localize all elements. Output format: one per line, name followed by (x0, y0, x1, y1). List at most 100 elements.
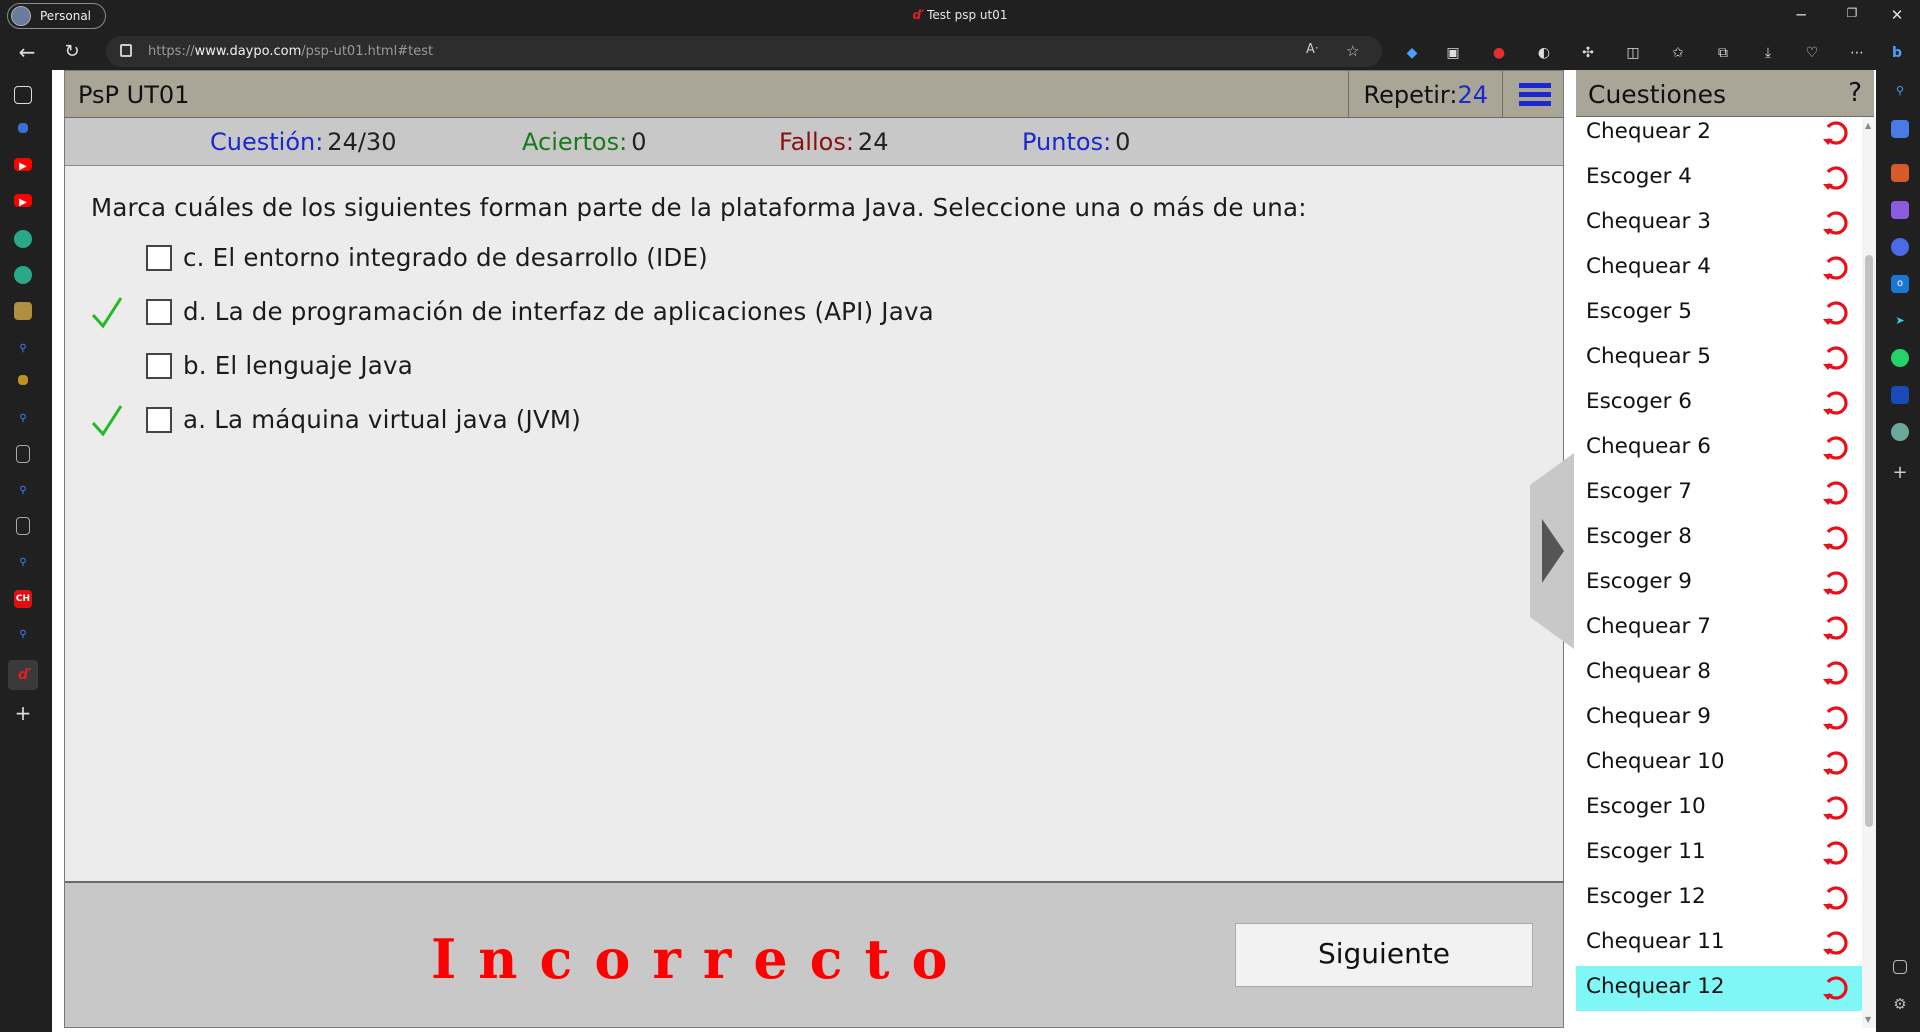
option-checkbox[interactable] (146, 353, 172, 379)
option-b[interactable]: b. El lenguaje Java (65, 349, 1165, 385)
question-list-item[interactable]: Chequear 4 (1576, 246, 1862, 291)
favorite-star-icon[interactable]: ☆ (1346, 42, 1359, 60)
collections-icon[interactable]: ⧉ (1714, 44, 1732, 62)
daypo-icon[interactable]: ď (8, 660, 38, 690)
new-tab-icon[interactable]: + (14, 703, 32, 723)
question-list-item[interactable]: Escoger 4 (1576, 156, 1862, 201)
send-icon[interactable]: ➤ (1891, 312, 1909, 330)
option-checkbox[interactable] (146, 245, 172, 271)
redo-icon[interactable] (1821, 837, 1851, 867)
scroll-down-icon[interactable]: ▼ (1865, 1015, 1871, 1024)
question-list-item[interactable]: Escoger 12 (1576, 876, 1862, 921)
question-list-item[interactable]: Chequear 12 (1576, 966, 1862, 1011)
close-icon[interactable]: ✕ (1882, 6, 1912, 24)
next-button[interactable]: Siguiente (1235, 923, 1533, 987)
question-list-item[interactable]: Chequear 10 (1576, 741, 1862, 786)
minimize-icon[interactable]: ─ (1786, 6, 1816, 24)
redo-icon[interactable] (1821, 657, 1851, 687)
sidebar-toggle-icon[interactable] (1893, 960, 1907, 974)
read-aloud-icon[interactable]: Aᐧ (1306, 42, 1318, 57)
settings-gear-icon[interactable]: ⚙ (1891, 995, 1909, 1013)
redo-icon[interactable] (1821, 702, 1851, 732)
panel-toggle-arrow-icon[interactable] (1530, 453, 1574, 649)
option-a[interactable]: a. La máquina virtual java (JVM) (65, 403, 1165, 439)
option-checkbox[interactable] (146, 299, 172, 325)
redo-icon[interactable] (1821, 432, 1851, 462)
search-icon[interactable]: ⚲ (14, 482, 32, 500)
question-list-item[interactable]: Chequear 5 (1576, 336, 1862, 381)
redo-icon[interactable] (1821, 972, 1851, 1002)
openai-icon[interactable] (1891, 423, 1909, 441)
document-icon[interactable] (16, 445, 30, 463)
scroll-up-icon[interactable]: ▲ (1865, 121, 1871, 130)
document-icon[interactable] (16, 517, 30, 535)
sidebar-scrollbar[interactable]: ▲ ▼ (1862, 117, 1876, 1028)
edge-icon[interactable] (14, 230, 32, 248)
question-list-item[interactable]: Chequear 11 (1576, 921, 1862, 966)
search-icon[interactable]: ⚲ (14, 554, 32, 572)
tab-icon[interactable] (18, 375, 28, 385)
restore-icon[interactable]: ❐ (1837, 6, 1867, 20)
favorites-icon[interactable]: ✩ (1669, 44, 1687, 62)
briefcase-icon[interactable] (1891, 164, 1909, 182)
scrollbar-thumb[interactable] (1865, 255, 1873, 827)
question-list-item[interactable]: Escoger 11 (1576, 831, 1862, 876)
extensions-puzzle-icon[interactable]: ✣ (1579, 44, 1597, 62)
screenshot-icon[interactable]: ▣ (1444, 44, 1462, 62)
split-screen-icon[interactable]: ◫ (1624, 44, 1642, 62)
add-icon[interactable]: + (1891, 464, 1909, 482)
question-list-item[interactable]: Chequear 6 (1576, 426, 1862, 471)
ublock-icon[interactable]: ● (1490, 44, 1508, 62)
redo-icon[interactable] (1821, 792, 1851, 822)
more-menu-icon[interactable]: ⋯ (1848, 44, 1866, 62)
address-bar[interactable]: https://www.daypo.com/psp-ut01.html#test… (106, 36, 1382, 67)
downloads-icon[interactable]: ⤓ (1759, 44, 1777, 62)
tab-icon[interactable] (14, 302, 32, 320)
search-icon[interactable]: ⚲ (14, 626, 32, 644)
question-list-item[interactable]: Escoger 7 (1576, 471, 1862, 516)
search-icon[interactable]: ⚲ (14, 410, 32, 428)
redo-icon[interactable] (1821, 252, 1851, 282)
redo-icon[interactable] (1821, 297, 1851, 327)
option-d[interactable]: d. La de programación de interfaz de apl… (65, 295, 1165, 331)
help-icon[interactable]: ? (1848, 78, 1862, 108)
question-list-item[interactable]: Escoger 9 (1576, 561, 1862, 606)
redo-icon[interactable] (1821, 882, 1851, 912)
extension-gem-icon[interactable]: ◆ (1403, 44, 1421, 62)
url-text[interactable]: https://www.daypo.com/psp-ut01.html#test (148, 44, 433, 59)
question-list-item[interactable]: Escoger 8 (1576, 516, 1862, 561)
redo-icon[interactable] (1821, 387, 1851, 417)
redo-icon[interactable] (1821, 207, 1851, 237)
redo-icon[interactable] (1821, 567, 1851, 597)
tab-actions-icon[interactable] (14, 86, 32, 104)
question-list-item[interactable]: Chequear 3 (1576, 201, 1862, 246)
redo-icon[interactable] (1821, 522, 1851, 552)
question-list-item[interactable]: Escoger 5 (1576, 291, 1862, 336)
question-list-item[interactable]: Chequear 8 (1576, 651, 1862, 696)
ch-icon[interactable]: CH (14, 590, 32, 608)
edge-icon[interactable] (14, 266, 32, 284)
redo-icon[interactable] (1821, 612, 1851, 642)
redo-icon[interactable] (1821, 477, 1851, 507)
youtube-icon[interactable]: ▶ (14, 158, 32, 172)
search-icon[interactable]: ⚲ (14, 340, 32, 358)
copilot-icon[interactable]: b (1888, 44, 1906, 62)
outlook-icon[interactable]: o (1891, 275, 1909, 293)
whatsapp-icon[interactable] (1891, 349, 1909, 367)
redo-icon[interactable] (1821, 117, 1851, 147)
tab-icon[interactable] (18, 123, 28, 133)
question-list-item[interactable]: Escoger 10 (1576, 786, 1862, 831)
youtube-icon[interactable]: ▶ (14, 194, 32, 208)
office-icon[interactable] (1891, 238, 1909, 256)
tag-icon[interactable] (1891, 120, 1909, 138)
redo-icon[interactable] (1821, 162, 1851, 192)
redo-icon[interactable] (1821, 342, 1851, 372)
games-icon[interactable] (1891, 201, 1909, 219)
question-list-item[interactable]: Chequear 9 (1576, 696, 1862, 741)
option-c[interactable]: c. El entorno integrado de desarrollo (I… (65, 241, 1165, 277)
option-checkbox[interactable] (146, 407, 172, 433)
search-icon[interactable]: ⚲ (1891, 82, 1909, 100)
question-list-item[interactable]: Chequear 2 (1576, 117, 1862, 156)
performance-icon[interactable]: ♡ (1803, 44, 1821, 62)
extension-icon[interactable]: ◐ (1535, 44, 1553, 62)
